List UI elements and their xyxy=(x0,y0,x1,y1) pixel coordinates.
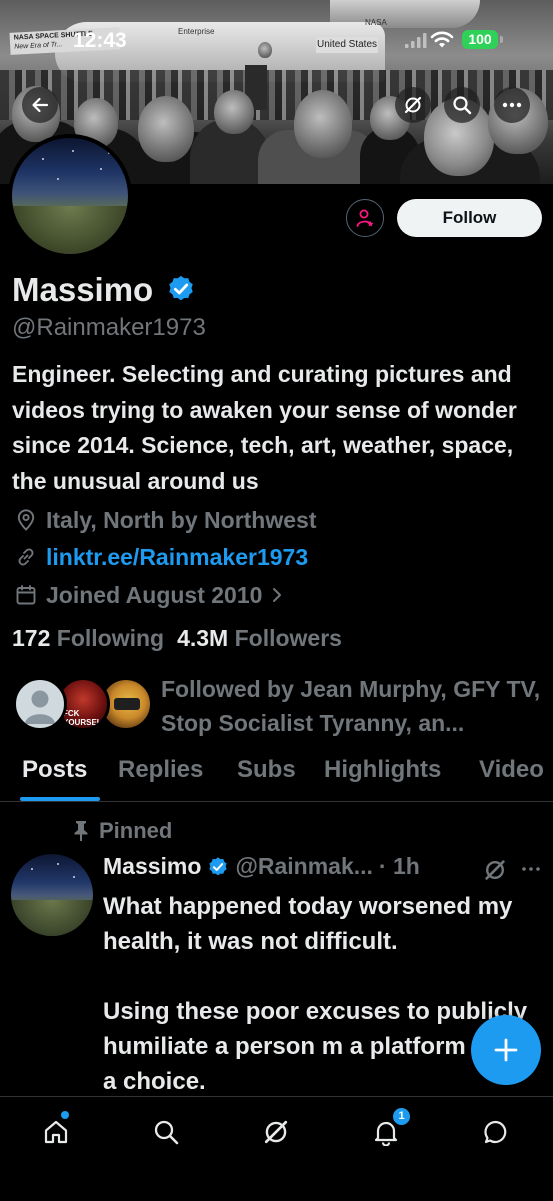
tabs-divider xyxy=(0,801,553,802)
follow-stats: 172 Following 4.3M Followers xyxy=(12,625,342,652)
profile-joined-row[interactable]: Joined August 2010 xyxy=(14,580,284,610)
banner-united-states: United States xyxy=(316,37,378,53)
avatar-star xyxy=(57,863,59,865)
following-link[interactable]: 172 Following xyxy=(12,625,164,652)
tweet-author-name[interactable]: Massimo xyxy=(103,853,201,880)
profile-joined: Joined August 2010 xyxy=(46,581,263,608)
follow-button[interactable]: Follow xyxy=(397,199,542,237)
battery-tip xyxy=(500,36,503,43)
avatar-star xyxy=(72,150,74,152)
location-pin-icon xyxy=(17,509,35,531)
tweet-time[interactable]: · 1h xyxy=(379,853,420,880)
profile-location-row: Italy, North by Northwest xyxy=(14,505,317,535)
search-button[interactable] xyxy=(444,87,480,123)
followed-by-text[interactable]: Followed by Jean Murphy, GFY TV, Stop So… xyxy=(161,672,546,740)
tab-video[interactable]: Video xyxy=(479,756,544,784)
banner-enterprise-text: Enterprise xyxy=(178,27,215,36)
avatar-face-detail xyxy=(114,698,140,710)
following-label: Following xyxy=(56,625,165,651)
back-arrow-icon xyxy=(32,97,49,113)
battery-indicator: 100 xyxy=(462,30,498,49)
follower-avatar-default[interactable] xyxy=(13,677,67,731)
tweet-more-icon[interactable] xyxy=(521,866,541,872)
avatar-hill xyxy=(11,900,93,936)
verified-badge-icon xyxy=(169,275,194,301)
banner-person xyxy=(294,90,352,158)
verified-badge-icon xyxy=(209,856,228,875)
avatar-star xyxy=(100,168,102,170)
avatar-star xyxy=(42,158,44,160)
tab-posts[interactable]: Posts xyxy=(22,756,87,784)
profile-link-row: linktr.ee/Rainmaker1973 xyxy=(14,542,308,572)
grok-icon xyxy=(264,1120,288,1144)
compose-post-button[interactable] xyxy=(471,1015,541,1085)
grok-icon xyxy=(404,96,422,114)
followers-link[interactable]: 4.3M Followers xyxy=(177,625,342,652)
avatar-star xyxy=(31,868,33,870)
search-icon xyxy=(154,1120,179,1145)
tab-subs[interactable]: Subs xyxy=(237,756,296,784)
avatar-star xyxy=(108,152,110,154)
tweet-author-handle[interactable]: @Rainmak... xyxy=(235,853,372,880)
calendar-icon xyxy=(16,585,36,605)
pinned-label: Pinned xyxy=(99,818,173,843)
tab-replies[interactable]: Replies xyxy=(118,756,203,784)
pinned-label-row: Pinned xyxy=(73,818,172,844)
nav-grok[interactable] xyxy=(254,1110,298,1154)
subscribe-person-icon xyxy=(356,209,374,227)
profile-location: Italy, North by Northwest xyxy=(46,506,317,533)
followers-label: Followers xyxy=(234,625,342,651)
profile-tabs: Posts Replies Subs Highlights Video xyxy=(0,756,553,800)
bottom-navigation: 1 xyxy=(0,1096,553,1201)
tweet-author-avatar[interactable] xyxy=(11,854,93,936)
chat-bubble-icon xyxy=(484,1120,507,1144)
followers-count: 4.3M xyxy=(177,625,229,651)
status-time: 12:43 xyxy=(73,29,127,52)
banner-person xyxy=(214,90,254,134)
avatar-star xyxy=(57,178,59,180)
profile-name: Massimo xyxy=(12,271,154,308)
subscribe-button[interactable] xyxy=(346,199,384,237)
grok-icon[interactable] xyxy=(483,858,507,882)
profile-name-row: Massimo xyxy=(12,271,196,309)
chevron-right-icon xyxy=(273,588,282,602)
profile-bio: Engineer. Selecting and curating picture… xyxy=(12,361,517,494)
tweet-paragraph: What happened today worsened my health, … xyxy=(103,893,513,955)
following-count: 172 xyxy=(12,625,51,651)
tab-highlights[interactable]: Highlights xyxy=(324,756,441,784)
profile-link[interactable]: linktr.ee/Rainmaker1973 xyxy=(46,544,308,571)
pin-icon xyxy=(74,821,88,841)
banner-speaker xyxy=(258,42,272,58)
plus-icon xyxy=(494,1038,518,1062)
more-dots-icon xyxy=(502,102,522,108)
banner-nasa-text: NASA xyxy=(365,18,387,27)
link-icon xyxy=(18,548,34,566)
back-button[interactable] xyxy=(22,87,58,123)
home-icon xyxy=(44,1120,68,1144)
default-avatar-icon xyxy=(25,690,55,724)
banner-person xyxy=(138,96,194,162)
avatar-star xyxy=(73,876,75,878)
nav-messages[interactable] xyxy=(474,1110,518,1154)
nav-home[interactable] xyxy=(34,1110,78,1154)
profile-handle: @Rainmaker1973 xyxy=(12,314,206,341)
more-options-button[interactable] xyxy=(494,87,530,123)
tweet-header: Massimo @Rainmak... · 1h xyxy=(103,853,420,880)
cellular-signal-icon xyxy=(405,33,427,48)
profile-avatar[interactable] xyxy=(8,134,132,258)
search-icon xyxy=(453,96,472,115)
avatar-hill xyxy=(12,206,128,254)
grok-button[interactable] xyxy=(395,87,431,123)
wifi-icon xyxy=(430,31,454,48)
notifications-badge: 1 xyxy=(392,1107,411,1126)
home-notification-dot xyxy=(61,1111,69,1119)
follower-avatar-text: FCK YOURSELF xyxy=(63,709,107,727)
nav-search[interactable] xyxy=(144,1110,188,1154)
